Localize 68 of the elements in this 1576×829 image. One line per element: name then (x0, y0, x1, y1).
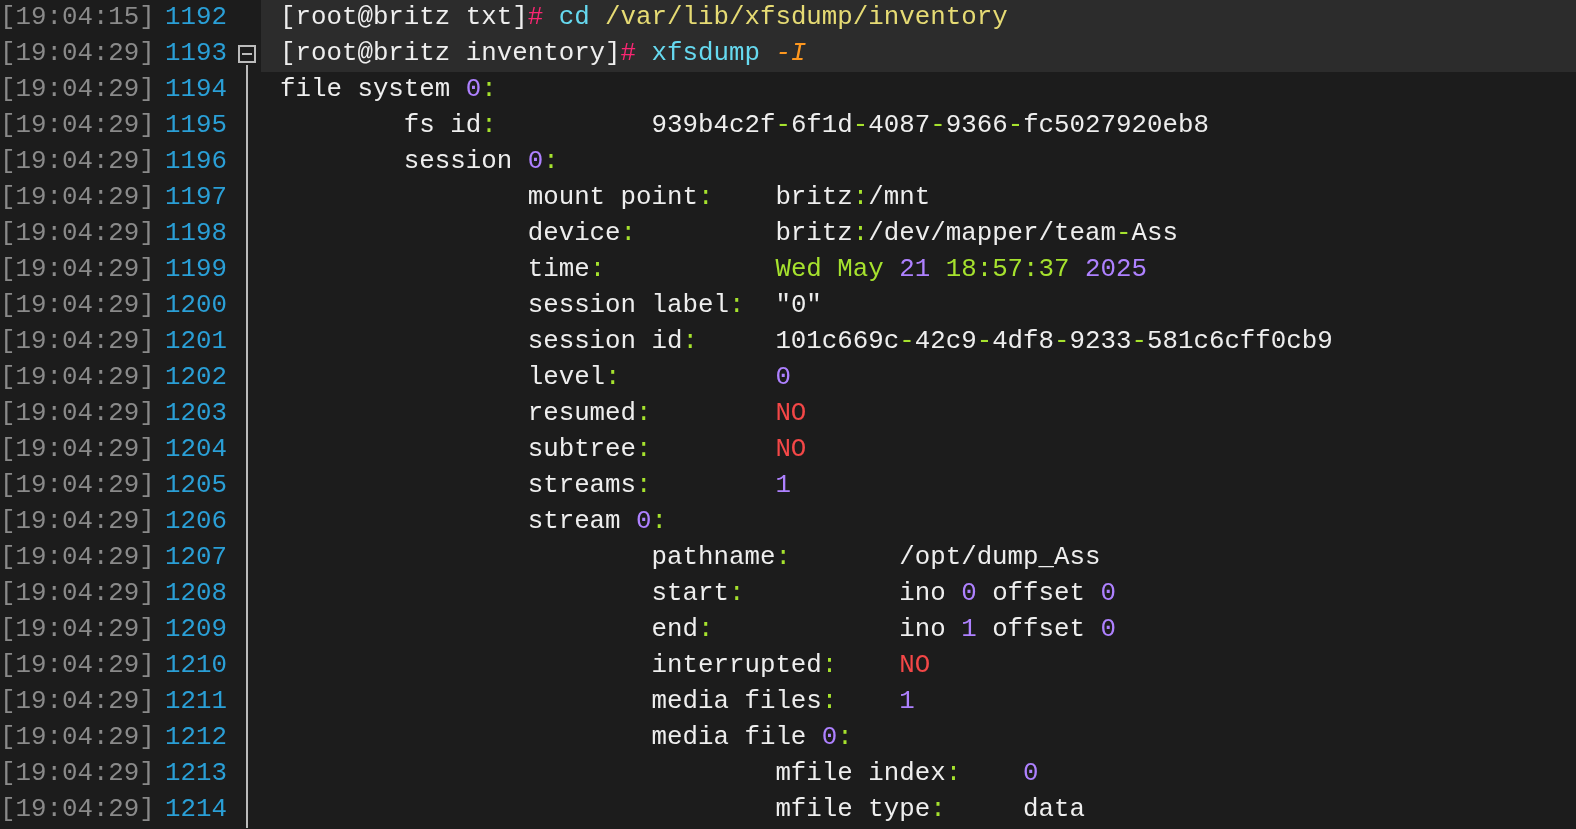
line-number: 1197 (165, 182, 228, 214)
code-line: session label: "0" (526, 290, 823, 322)
timestamp: [19:04:29] (0, 542, 155, 574)
timestamp: [19:04:29] (0, 650, 155, 682)
timestamp: [19:04:29] (0, 722, 155, 754)
timestamp: [19:04:29] (0, 506, 155, 538)
code-line: interrupted: NO (650, 650, 932, 682)
code-line: time: Wed May 21 18:57:37 2025 (526, 254, 1148, 286)
line-number: 1193 (165, 38, 228, 70)
code-line: device: britz:/dev/mapper/team-Ass (526, 218, 1179, 250)
code-line: subtree: NO (526, 434, 808, 466)
code-line: pathname: /opt/dump_Ass (650, 542, 1102, 574)
timestamp: [19:04:29] (0, 290, 155, 322)
timestamp: [19:04:29] (0, 38, 155, 70)
line-number: 1210 (165, 650, 228, 682)
code-line: fs id: 939b4c2f-6f1d-4087-9366-fc5027920eb8 (402, 110, 1210, 142)
line-number: 1211 (165, 686, 228, 718)
timestamp: [19:04:29] (0, 254, 155, 286)
line-number: 1213 (165, 758, 228, 790)
timestamp: [19:04:29] (0, 398, 155, 430)
timestamp: [19:04:29] (0, 686, 155, 718)
line-number: 1204 (165, 434, 228, 466)
code-line: mfile index: 0 (774, 758, 1040, 790)
timestamp: [19:04:29] (0, 146, 155, 178)
code-line: start: ino 0 offset 0 (650, 578, 1117, 610)
line-number: 1208 (165, 578, 228, 610)
timestamp: [19:04:29] (0, 74, 155, 106)
code-line: stream 0: (526, 506, 669, 538)
code-line: session id: 101c669c-42c9-4df8-9233-581c6cff0cb9 (526, 326, 1334, 358)
line-number: 1214 (165, 794, 228, 826)
line-number: 1205 (165, 470, 228, 502)
timestamp: [19:04:29] (0, 326, 155, 358)
line-number: 1199 (165, 254, 228, 286)
code-line: mount point: britz:/mnt (526, 182, 932, 214)
code-line: level: 0 (526, 362, 792, 394)
line-number: 1209 (165, 614, 228, 646)
line-number: 1207 (165, 542, 228, 574)
timestamp: [19:04:15] (0, 2, 155, 34)
timestamp: [19:04:29] (0, 434, 155, 466)
code-line: media files: 1 (650, 686, 916, 718)
line-number: 1201 (165, 326, 228, 358)
line-number: 1202 (165, 362, 228, 394)
code-line: resumed: NO (526, 398, 808, 430)
timestamp: [19:04:29] (0, 794, 155, 826)
line-number: 1203 (165, 398, 228, 430)
timestamp: [19:04:29] (0, 614, 155, 646)
line-number: 1200 (165, 290, 228, 322)
code-line: file system 0: (279, 74, 498, 106)
line-number: 1195 (165, 110, 228, 142)
timestamp: [19:04:29] (0, 362, 155, 394)
code-line: streams: 1 (526, 470, 792, 502)
line-number: 1192 (165, 2, 228, 34)
timestamp: [19:04:29] (0, 110, 155, 142)
line-number: 1194 (165, 74, 228, 106)
code-line: end: ino 1 offset 0 (650, 614, 1117, 646)
code-line: media file 0: (650, 722, 854, 754)
fold-toggle[interactable] (238, 45, 256, 63)
line-number: 1196 (165, 146, 228, 178)
code-line: session 0: (402, 146, 560, 178)
timestamp: [19:04:29] (0, 182, 155, 214)
line-number: 1206 (165, 506, 228, 538)
line-number: 1198 (165, 218, 228, 250)
timestamp: [19:04:29] (0, 578, 155, 610)
timestamp: [19:04:29] (0, 470, 155, 502)
timestamp: [19:04:29] (0, 218, 155, 250)
line-number: 1212 (165, 722, 228, 754)
timestamp: [19:04:29] (0, 758, 155, 790)
code-line: mfile type: data (774, 794, 1086, 826)
